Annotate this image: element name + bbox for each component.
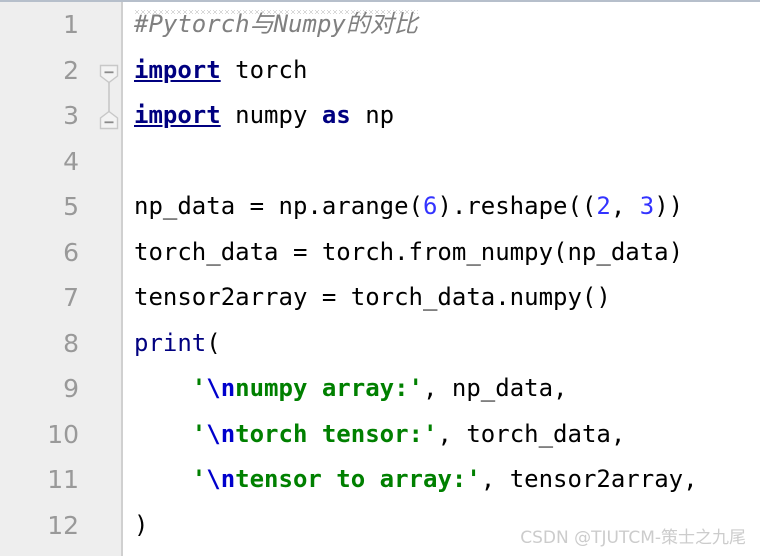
fold-end-icon[interactable] bbox=[99, 110, 119, 130]
csdn-watermark: CSDN @TJUTCM-策士之九尾 bbox=[520, 528, 746, 548]
code-token-plain: numpy bbox=[220, 101, 322, 129]
code-token-kw-underline: import bbox=[134, 101, 221, 129]
code-line[interactable] bbox=[123, 139, 760, 185]
code-line[interactable]: print( bbox=[123, 321, 760, 367]
code-token-num: 6 bbox=[422, 192, 438, 220]
code-line[interactable]: '\ntensor to array:', tensor2array, bbox=[123, 457, 760, 503]
line-number: 2 bbox=[63, 55, 79, 85]
code-token-plain: torch_data = torch.from_numpy(np_data) bbox=[134, 237, 684, 266]
code-line[interactable]: tensor2array = torch_data.numpy() bbox=[123, 275, 760, 321]
code-token-plain: , torch_data, bbox=[437, 419, 626, 448]
code-token-str: ' bbox=[134, 465, 207, 493]
code-token-plain: , np_data, bbox=[423, 374, 568, 402]
code-line[interactable]: import torch bbox=[123, 48, 760, 94]
code-line[interactable]: '\ntorch tensor:', torch_data, bbox=[123, 412, 760, 458]
code-token-esc: \n bbox=[206, 374, 236, 402]
code-token-plain: torch bbox=[220, 55, 308, 84]
line-number: 5 bbox=[63, 192, 79, 221]
code-line[interactable]: #Pytorch与Numpy的对比 bbox=[123, 2, 760, 48]
code-token-esc: \n bbox=[206, 465, 236, 493]
code-token-plain: tensor2array = torch_data.numpy() bbox=[134, 283, 611, 311]
code-token-plain: ( bbox=[206, 328, 221, 357]
code-line[interactable]: torch_data = torch.from_numpy(np_data) bbox=[123, 230, 760, 276]
code-editor: 1 2 3 4 5 6 7 8 9 10 11 12 #Pytorch与Numpy的对比 import … bbox=[0, 0, 760, 556]
code-token-comment: #Pytorch与Numpy的对比 bbox=[134, 10, 418, 44]
code-token-plain: ).reshape(( bbox=[437, 192, 597, 220]
code-token-builtin: print bbox=[134, 328, 207, 357]
code-token-plain: , bbox=[610, 192, 640, 220]
code-token-plain: )) bbox=[654, 192, 684, 220]
code-line[interactable]: '\nnumpy array:', np_data, bbox=[123, 366, 760, 412]
code-token-str: numpy array:' bbox=[235, 374, 423, 402]
line-number: 9 bbox=[63, 374, 79, 403]
line-number: 12 bbox=[47, 510, 79, 540]
line-number: 11 bbox=[47, 465, 79, 494]
line-number-column: 1 2 3 4 5 6 7 8 9 10 11 12 bbox=[0, 2, 97, 548]
line-number: 4 bbox=[63, 146, 79, 176]
fold-start-icon[interactable] bbox=[99, 64, 119, 84]
code-token-plain: np_data = np.arange( bbox=[134, 192, 423, 220]
code-token-str: tensor to array:' bbox=[235, 465, 481, 493]
code-token-str: ' bbox=[134, 374, 207, 402]
line-number: 6 bbox=[63, 237, 79, 267]
code-token-kw: as bbox=[321, 101, 351, 129]
line-number: 1 bbox=[63, 10, 79, 39]
code-token-num: 3 bbox=[639, 192, 655, 220]
code-token-num: 2 bbox=[596, 192, 611, 220]
code-token-plain: np bbox=[350, 101, 395, 129]
line-number: 8 bbox=[63, 328, 79, 358]
code-token-esc: \n bbox=[206, 419, 236, 448]
code-token-str: torch tensor:' bbox=[235, 419, 438, 448]
code-token-kw-underline: import bbox=[134, 55, 221, 84]
line-number: 3 bbox=[63, 101, 79, 130]
line-number: 7 bbox=[63, 283, 79, 312]
code-line[interactable]: import numpy as np bbox=[123, 93, 760, 139]
code-folding-column[interactable] bbox=[97, 2, 121, 556]
line-number: 10 bbox=[47, 419, 79, 449]
code-line[interactable]: np_data = np.arange(6).reshape((2, 3)) bbox=[123, 184, 760, 230]
code-token-str: ' bbox=[134, 419, 207, 448]
code-text-area[interactable]: #Pytorch与Numpy的对比 import torch import nump… bbox=[123, 2, 760, 556]
code-token-plain: , tensor2array, bbox=[480, 465, 698, 493]
code-token-plain: ) bbox=[134, 510, 149, 539]
